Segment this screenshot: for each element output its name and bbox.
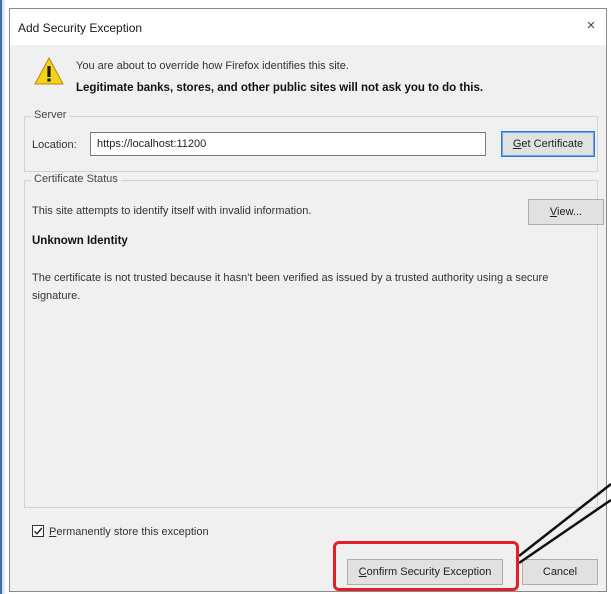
close-icon[interactable]: ×	[582, 17, 600, 35]
unknown-identity-heading: Unknown Identity	[32, 235, 128, 247]
get-certificate-label: et Certificate	[521, 138, 584, 150]
background-window-edge	[0, 0, 9, 594]
status-message: This site attempts to identify itself wi…	[32, 205, 312, 217]
view-accesskey: V	[549, 206, 558, 218]
view-button[interactable]: View...	[528, 199, 604, 225]
permanent-store-option[interactable]: Permanently store this exception	[32, 525, 209, 538]
certificate-description: The certificate is not trusted because i…	[32, 272, 549, 302]
get-certificate-button[interactable]: Get Certificate	[501, 131, 595, 157]
confirm-security-exception-button[interactable]: Confirm Security Exception	[347, 559, 503, 585]
server-group-label: Server	[31, 109, 70, 121]
warning-triangle-icon	[34, 56, 64, 85]
location-input[interactable]: https://localhost:11200	[90, 132, 486, 156]
dialog-titlebar: Add Security Exception ×	[10, 9, 606, 45]
view-label: iew...	[557, 206, 583, 218]
permanent-store-checkbox[interactable]	[32, 525, 44, 537]
confirm-label: onfirm Security Exception	[366, 566, 492, 578]
certificate-status-group: Certificate Status This site attempts to…	[24, 173, 604, 508]
permanent-store-label: ermanently store this exception	[56, 526, 209, 538]
cancel-button[interactable]: Cancel	[522, 559, 598, 585]
certificate-status-label: Certificate Status	[31, 173, 121, 185]
dialog-title: Add Security Exception	[18, 21, 143, 35]
location-label: Location:	[32, 139, 77, 151]
warning-message: You are about to override how Firefox id…	[76, 60, 349, 72]
warning-emphasis: Legitimate banks, stores, and other publ…	[76, 82, 484, 94]
checkmark-icon	[33, 527, 43, 535]
server-group: Server Location: https://localhost:11200…	[24, 109, 598, 172]
add-security-exception-dialog: Add Security Exception × You are about t…	[9, 8, 607, 592]
confirm-accesskey: C	[358, 566, 367, 578]
